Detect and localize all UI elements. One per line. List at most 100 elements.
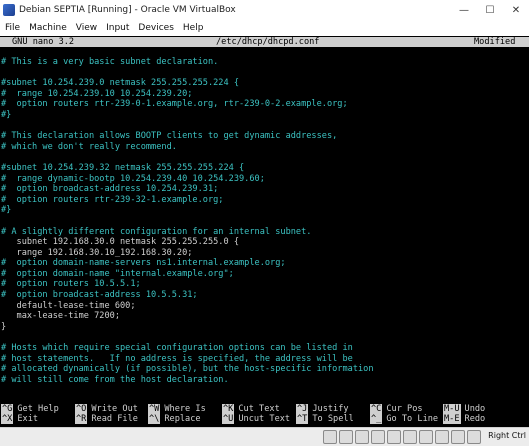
close-button[interactable]: ✕ (503, 0, 529, 20)
display-icon[interactable] (419, 430, 433, 444)
editor-line: # allocated dynamically (if possible), b… (1, 364, 374, 375)
host-key-label: Right Ctrl (488, 431, 526, 440)
shortcut-label: Cur Pos (386, 403, 423, 414)
editor-line: #} (1, 205, 12, 216)
menu-input[interactable]: Input (106, 23, 129, 33)
editor-line: # host statements. If no address is spec… (1, 353, 353, 364)
shortcut-key: ^_ (370, 413, 383, 424)
shortcut-label: Write Out (91, 403, 138, 414)
editor-line: range 192.168.30.10_192.168.30.20; (1, 247, 193, 258)
window-titlebar: Debian SEPTIA [Running] - Oracle VM Virt… (0, 0, 529, 21)
shortcut-label: Where Is (164, 403, 206, 414)
shortcut-exit[interactable]: ^X Exit (1, 413, 38, 424)
editor-line: # option domain-name-servers ns1.interna… (1, 258, 286, 269)
editor-line: subnet 192.168.30.0 netmask 255.255.255.… (1, 237, 239, 248)
shortcut-label: Redo (464, 413, 486, 424)
editor-line: # This declaration allows BOOTP clients … (1, 131, 338, 142)
optical-drive-icon[interactable] (339, 430, 353, 444)
editor-line: # which we don't really recommend. (1, 141, 177, 152)
shortcut-key: ^W (148, 403, 161, 414)
shared-folders-icon[interactable] (403, 430, 417, 444)
nano-version: GNU nano 3.2 (12, 37, 75, 47)
harddisk-icon[interactable] (323, 430, 337, 444)
shortcut-label: Uncut Text (238, 413, 291, 424)
shortcut-key: ^G (1, 403, 14, 414)
menu-help[interactable]: Help (183, 23, 204, 33)
vm-statusbar: Right Ctrl (0, 427, 529, 446)
editor-line: # option broadcast-address 10.254.239.31… (1, 184, 219, 195)
usb-icon[interactable] (387, 430, 401, 444)
editor-line: # option broadcast-address 10.5.5.31; (1, 290, 198, 301)
shortcut-redo[interactable]: M-E Redo (443, 413, 485, 424)
menu-bar: File Machine View Input Devices Help (0, 20, 529, 36)
editor-line: # option domain-name "internal.example.o… (1, 268, 234, 279)
editor-line: default-lease-time 600; (1, 300, 136, 311)
shortcut-go-to-line[interactable]: ^_ Go To Line (370, 413, 438, 424)
window-title: Debian SEPTIA [Running] - Oracle VM Virt… (19, 5, 236, 15)
window-controls: — ☐ ✕ (451, 0, 529, 20)
terminal-screen[interactable]: GNU nano 3.2 /etc/dhcp/dhcpd.conf Modifi… (0, 36, 529, 427)
nano-status: Modified (474, 37, 516, 47)
editor-line: max-lease-time 7200; (1, 311, 120, 322)
shortcut-label: Cut Text (238, 403, 280, 414)
virtualbox-icon (3, 4, 15, 16)
nano-filename: /etc/dhcp/dhcpd.conf (216, 37, 320, 47)
menu-machine[interactable]: Machine (29, 23, 67, 33)
menu-view[interactable]: View (76, 23, 97, 33)
menu-devices[interactable]: Devices (138, 23, 173, 33)
shortcut-key: ^J (296, 403, 309, 414)
editor-line: # option routers 10.5.5.1; (1, 279, 141, 290)
shortcut-key: M-E (443, 413, 461, 424)
maximize-button[interactable]: ☐ (477, 0, 503, 20)
shortcut-label: Undo (464, 403, 486, 414)
shortcut-key: ^O (75, 403, 88, 414)
editor-line: #subnet 10.254.239.32 netmask 255.255.25… (1, 162, 245, 173)
editor-line: #subnet 10.254.239.0 netmask 255.255.255… (1, 78, 239, 89)
editor-line: # Hosts which require special configurat… (1, 343, 353, 354)
editor-line: # will still come from the host declarat… (1, 374, 229, 385)
shortcut-key: ^K (222, 403, 235, 414)
audio-icon[interactable] (355, 430, 369, 444)
shortcut-replace[interactable]: ^\ Replace (148, 413, 201, 424)
network-icon[interactable] (371, 430, 385, 444)
shortcut-row-2: ^X Exit ^R Read File ^\ Replace ^U Uncut Text ^T… (0, 413, 529, 424)
video-capture-icon[interactable] (435, 430, 449, 444)
shortcut-label: Exit (17, 413, 39, 424)
shortcut-label: Justify (312, 403, 349, 414)
shortcut-key: ^\ (148, 413, 161, 424)
nano-header: GNU nano 3.2 /etc/dhcp/dhcpd.conf Modifi… (0, 37, 529, 47)
shortcut-key: ^C (370, 403, 383, 414)
shortcut-key: M-U (443, 403, 461, 414)
shortcut-label: Read File (91, 413, 138, 424)
editor-line: # This is a very basic subnet declaratio… (1, 57, 219, 67)
editor-line: # option routers rtr-239-0-1.example.org… (1, 99, 348, 110)
editor-line: # A slightly different configuration for… (1, 226, 312, 237)
shortcut-key: ^R (75, 413, 88, 424)
shortcut-uncut-text[interactable]: ^U Uncut Text (222, 413, 290, 424)
editor-line: # range 10.254.239.10 10.254.239.20; (1, 88, 193, 99)
nano-shortcuts: ^G Get Help ^O Write Out ^W Where Is ^K Cut Tex… (0, 403, 529, 427)
shortcut-label: Get Help (17, 403, 59, 414)
shortcut-label: Replace (164, 413, 201, 424)
editor-line: #} (1, 109, 12, 120)
menu-file[interactable]: File (5, 23, 20, 33)
shortcut-key: ^U (222, 413, 235, 424)
shortcut-read-file[interactable]: ^R Read File (75, 413, 138, 424)
shortcut-to-spell[interactable]: ^T To Spell (296, 413, 354, 424)
editor-line: # range dynamic-bootp 10.254.239.40 10.2… (1, 173, 265, 184)
mouse-integration-icon[interactable] (467, 430, 481, 444)
editor-line: # option routers rtr-239-32-1.example.or… (1, 194, 224, 205)
shortcut-label: Go To Line (386, 413, 439, 424)
device-icons (323, 430, 481, 444)
minimize-button[interactable]: — (451, 0, 477, 20)
cpu-icon[interactable] (451, 430, 465, 444)
editor-buffer[interactable]: # This is a very basic subnet declaratio… (0, 57, 529, 385)
shortcut-key: ^T (296, 413, 309, 424)
shortcut-key: ^X (1, 413, 14, 424)
editor-line: } (1, 321, 7, 332)
